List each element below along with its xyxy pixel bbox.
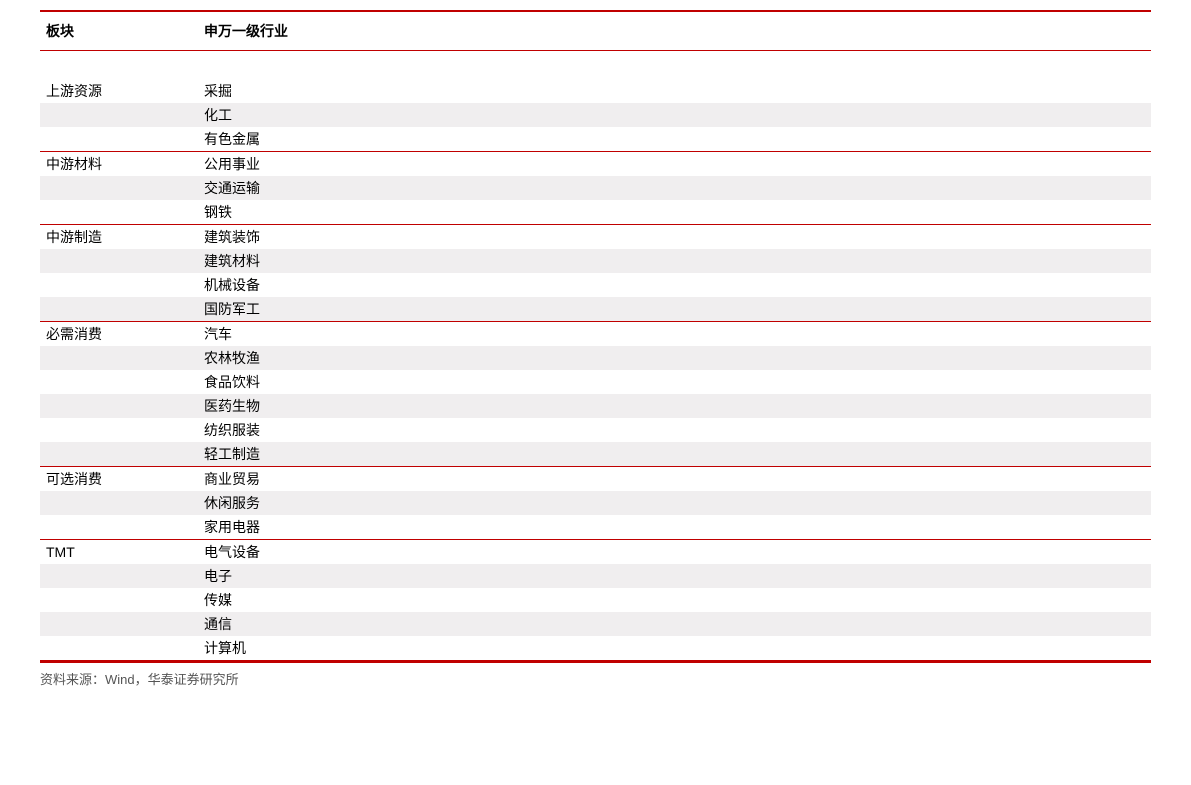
table-row: 轻工制造	[40, 442, 1151, 466]
table-row: 上游资源采掘	[40, 79, 1151, 103]
header-col-industry: 申万一级行业	[200, 12, 1151, 50]
table-row: 钢铁	[40, 200, 1151, 224]
group-name-cell	[40, 588, 200, 612]
industry-cell: 化工	[200, 103, 1151, 127]
table-subheader-row	[40, 51, 1151, 79]
group-name-cell	[40, 515, 200, 539]
industry-cell: 机械设备	[200, 273, 1151, 297]
industry-cell: 食品饮料	[200, 370, 1151, 394]
group-name-cell	[40, 564, 200, 588]
data-source-note: 资料来源：Wind，华泰证券研究所	[40, 669, 1191, 688]
industry-cell: 商业贸易	[200, 467, 1151, 491]
table-row: 食品饮料	[40, 370, 1151, 394]
group-name-cell	[40, 442, 200, 466]
industry-cell: 传媒	[200, 588, 1151, 612]
table-row: 农林牧渔	[40, 346, 1151, 370]
table-bottom-rule	[40, 661, 1151, 663]
industry-cell: 有色金属	[200, 127, 1151, 151]
group-name-cell	[40, 394, 200, 418]
industry-cell: 医药生物	[200, 394, 1151, 418]
table-row: 计算机	[40, 636, 1151, 660]
group-name-cell	[40, 176, 200, 200]
group-name-cell	[40, 200, 200, 224]
industry-cell: 通信	[200, 612, 1151, 636]
group-block: TMT电气设备电子传媒通信计算机	[40, 540, 1151, 661]
industry-cell: 家用电器	[200, 515, 1151, 539]
group-name-cell	[40, 127, 200, 151]
group-name-cell	[40, 273, 200, 297]
group-name-cell: 必需消费	[40, 322, 200, 346]
group-name-cell: 上游资源	[40, 79, 200, 103]
industry-cell: 公用事业	[200, 152, 1151, 176]
header-col-group: 板块	[40, 12, 200, 50]
table-row: 建筑材料	[40, 249, 1151, 273]
group-block: 可选消费商业贸易休闲服务家用电器	[40, 467, 1151, 540]
group-name-cell	[40, 103, 200, 127]
table-row: 有色金属	[40, 127, 1151, 151]
industry-cell: 纺织服装	[200, 418, 1151, 442]
industry-cell: 农林牧渔	[200, 346, 1151, 370]
group-block: 必需消费汽车农林牧渔食品饮料医药生物纺织服装轻工制造	[40, 322, 1151, 467]
table-row: 中游材料公用事业	[40, 152, 1151, 176]
table-row: 必需消费汽车	[40, 322, 1151, 346]
group-name-cell	[40, 346, 200, 370]
group-name-cell	[40, 370, 200, 394]
group-name-cell: 中游制造	[40, 225, 200, 249]
industry-cell: 计算机	[200, 636, 1151, 660]
industry-cell: 轻工制造	[200, 442, 1151, 466]
industry-cell: 建筑装饰	[200, 225, 1151, 249]
table-row: 中游制造建筑装饰	[40, 225, 1151, 249]
industry-cell: 电气设备	[200, 540, 1151, 564]
table-header-row: 板块 申万一级行业	[40, 12, 1151, 50]
industry-mapping-table: 板块 申万一级行业 上游资源采掘化工有色金属中游材料公用事业交通运输钢铁中游制造…	[40, 10, 1151, 663]
table-row: 家用电器	[40, 515, 1151, 539]
group-name-cell: 可选消费	[40, 467, 200, 491]
table-row: TMT电气设备	[40, 540, 1151, 564]
industry-cell: 钢铁	[200, 200, 1151, 224]
industry-cell: 采掘	[200, 79, 1151, 103]
group-name-cell	[40, 249, 200, 273]
group-block: 中游制造建筑装饰建筑材料机械设备国防军工	[40, 225, 1151, 322]
industry-cell: 休闲服务	[200, 491, 1151, 515]
table-body: 上游资源采掘化工有色金属中游材料公用事业交通运输钢铁中游制造建筑装饰建筑材料机械…	[40, 79, 1151, 661]
table-row: 可选消费商业贸易	[40, 467, 1151, 491]
table-row: 传媒	[40, 588, 1151, 612]
group-block: 上游资源采掘化工有色金属	[40, 79, 1151, 152]
group-name-cell	[40, 297, 200, 321]
subheader-col-group	[40, 51, 200, 79]
group-name-cell	[40, 636, 200, 660]
table-row: 国防军工	[40, 297, 1151, 321]
group-name-cell	[40, 418, 200, 442]
table-row: 化工	[40, 103, 1151, 127]
group-block: 中游材料公用事业交通运输钢铁	[40, 152, 1151, 225]
table-row: 交通运输	[40, 176, 1151, 200]
table-row: 机械设备	[40, 273, 1151, 297]
table-row: 医药生物	[40, 394, 1151, 418]
industry-cell: 交通运输	[200, 176, 1151, 200]
industry-cell: 电子	[200, 564, 1151, 588]
group-name-cell: 中游材料	[40, 152, 200, 176]
table-row: 休闲服务	[40, 491, 1151, 515]
group-name-cell: TMT	[40, 540, 200, 564]
subheader-col-industry	[200, 51, 1151, 79]
industry-cell: 国防军工	[200, 297, 1151, 321]
table-row: 通信	[40, 612, 1151, 636]
group-name-cell	[40, 612, 200, 636]
industry-cell: 汽车	[200, 322, 1151, 346]
table-row: 纺织服装	[40, 418, 1151, 442]
group-name-cell	[40, 491, 200, 515]
industry-cell: 建筑材料	[200, 249, 1151, 273]
table-row: 电子	[40, 564, 1151, 588]
